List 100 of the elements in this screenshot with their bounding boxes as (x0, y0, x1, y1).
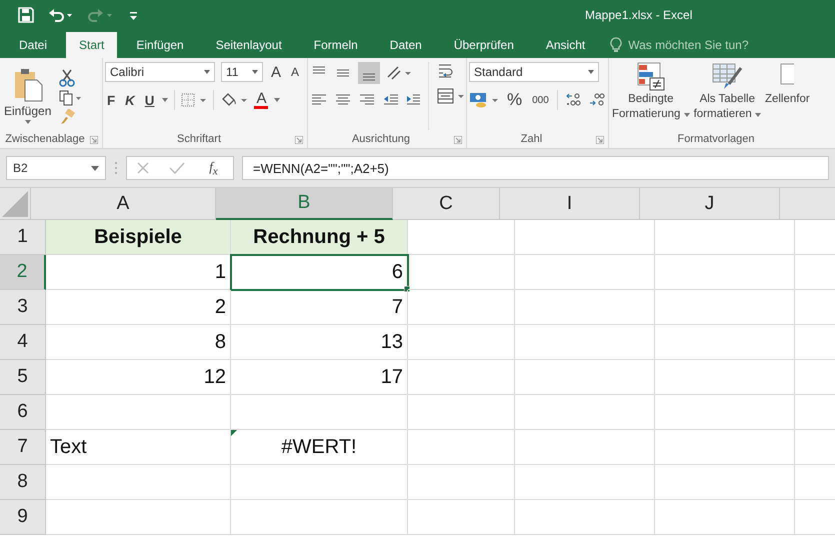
undo-icon[interactable] (48, 7, 74, 23)
row-header[interactable]: 4 (0, 325, 46, 360)
thousands-separator-button[interactable]: 000 (530, 94, 551, 106)
font-color-button[interactable]: A (254, 91, 268, 109)
formula-field[interactable]: =WENN(A2="";"";A2+5) (242, 156, 829, 180)
table-cell[interactable]: 1 (46, 255, 231, 290)
copy-icon[interactable] (59, 90, 84, 106)
ribbon-tab[interactable]: Daten (376, 32, 435, 58)
table-cell[interactable]: 2 (46, 290, 231, 325)
table-cell[interactable]: Text (46, 430, 231, 465)
column-header[interactable]: I (500, 188, 640, 220)
empty-cell[interactable] (515, 290, 655, 325)
empty-cell[interactable] (515, 325, 655, 360)
select-all-button[interactable] (0, 188, 31, 220)
empty-cell[interactable] (408, 290, 515, 325)
empty-cell[interactable] (408, 360, 515, 395)
empty-cell[interactable] (655, 255, 795, 290)
checkmark-icon[interactable] (168, 161, 185, 175)
dialog-launcher-icon[interactable] (295, 136, 303, 144)
styles-button[interactable]: Bedingte Formatierung (611, 62, 691, 130)
table-cell[interactable]: #WERT! (231, 430, 408, 465)
row-header[interactable]: 7 (0, 430, 46, 465)
row-header[interactable]: 3 (0, 290, 46, 325)
align-bottom-icon[interactable] (358, 62, 380, 84)
merge-cells-icon[interactable] (437, 88, 465, 104)
row-header[interactable]: 1 (0, 220, 46, 255)
fill-bucket-icon[interactable] (220, 92, 248, 108)
caret-icon[interactable] (162, 98, 168, 102)
empty-cell[interactable] (655, 500, 795, 535)
empty-cell[interactable] (408, 500, 515, 535)
styles-button[interactable]: Als Tabelle formatieren (692, 62, 762, 130)
borders-icon[interactable] (181, 93, 208, 107)
cancel-icon[interactable] (136, 161, 150, 175)
empty-cell[interactable] (655, 325, 795, 360)
row-header[interactable]: 6 (0, 395, 46, 430)
percent-button[interactable]: % (505, 90, 524, 110)
bold-button[interactable]: F (105, 92, 118, 108)
table-cell[interactable]: 17 (231, 360, 408, 395)
currency-icon[interactable] (469, 91, 499, 109)
paste-button[interactable]: Einfügen (2, 68, 54, 124)
wrap-text-icon[interactable] (437, 62, 455, 80)
table-cell[interactable]: 8 (46, 325, 231, 360)
empty-cell[interactable] (515, 430, 655, 465)
ribbon-tab[interactable]: Start (66, 32, 118, 58)
empty-cell[interactable] (655, 360, 795, 395)
search-field[interactable]: Was möchten Sie tun? (626, 37, 760, 53)
empty-cell[interactable] (408, 465, 515, 500)
empty-cell[interactable] (231, 500, 408, 535)
table-cell[interactable]: 7 (231, 290, 408, 325)
ribbon-tab[interactable]: Formeln (300, 32, 371, 58)
empty-cell[interactable] (655, 465, 795, 500)
empty-cell[interactable] (408, 255, 515, 290)
table-cell[interactable]: 12 (46, 360, 231, 395)
table-cell[interactable]: 6 (231, 255, 408, 290)
empty-cell[interactable] (655, 430, 795, 465)
column-header[interactable]: B (216, 188, 393, 220)
scissors-icon[interactable] (59, 69, 76, 87)
ribbon-tab[interactable]: Einfügen (123, 32, 197, 58)
row-header[interactable]: 2 (0, 255, 46, 290)
font-name-dropdown[interactable]: Calibri (105, 62, 215, 82)
italic-button[interactable]: K (123, 92, 137, 108)
empty-cell[interactable] (515, 255, 655, 290)
empty-cell[interactable] (515, 220, 655, 255)
name-box[interactable]: B2 (6, 156, 106, 180)
ribbon-tab[interactable]: Überprüfen (440, 32, 527, 58)
insert-function-button[interactable]: f$_{x}$ (203, 158, 224, 178)
ribbon-tab[interactable]: Ansicht (532, 32, 598, 58)
column-header[interactable]: C (393, 188, 500, 220)
empty-cell[interactable] (515, 465, 655, 500)
shrink-font-button[interactable]: A (289, 65, 302, 79)
dialog-launcher-icon[interactable] (90, 136, 98, 144)
drag-handle-icon[interactable] (114, 161, 118, 175)
empty-cell[interactable] (408, 325, 515, 360)
table-cell[interactable]: 13 (231, 325, 408, 360)
dialog-launcher-icon[interactable] (596, 136, 604, 144)
empty-cell[interactable] (408, 395, 515, 430)
underline-button[interactable]: U (142, 92, 156, 108)
save-icon[interactable] (18, 7, 34, 23)
empty-cell[interactable] (515, 395, 655, 430)
column-header[interactable]: J (640, 188, 780, 220)
empty-cell[interactable] (408, 430, 515, 465)
row-header[interactable]: 8 (0, 465, 46, 500)
table-cell[interactable]: Beispiele (46, 220, 231, 255)
number-format-dropdown[interactable]: Standard (469, 62, 599, 82)
caret-icon[interactable] (274, 98, 280, 102)
redo-icon[interactable] (88, 7, 114, 23)
ribbon-tab[interactable]: Datei (6, 32, 60, 58)
empty-cell[interactable] (655, 395, 795, 430)
row-header[interactable]: 5 (0, 360, 46, 395)
empty-cell[interactable] (515, 360, 655, 395)
empty-cell[interactable] (231, 395, 408, 430)
table-cell[interactable]: Rechnung + 5 (231, 220, 408, 255)
empty-cell[interactable] (655, 290, 795, 325)
styles-button[interactable]: Zellenfor (764, 62, 811, 130)
font-size-dropdown[interactable]: 11 (221, 62, 263, 82)
increase-decimal-icon[interactable] (564, 92, 582, 108)
empty-cell[interactable] (655, 220, 795, 255)
decrease-decimal-icon[interactable] (588, 92, 606, 108)
row-header[interactable]: 9 (0, 500, 46, 535)
empty-cell[interactable] (231, 465, 408, 500)
